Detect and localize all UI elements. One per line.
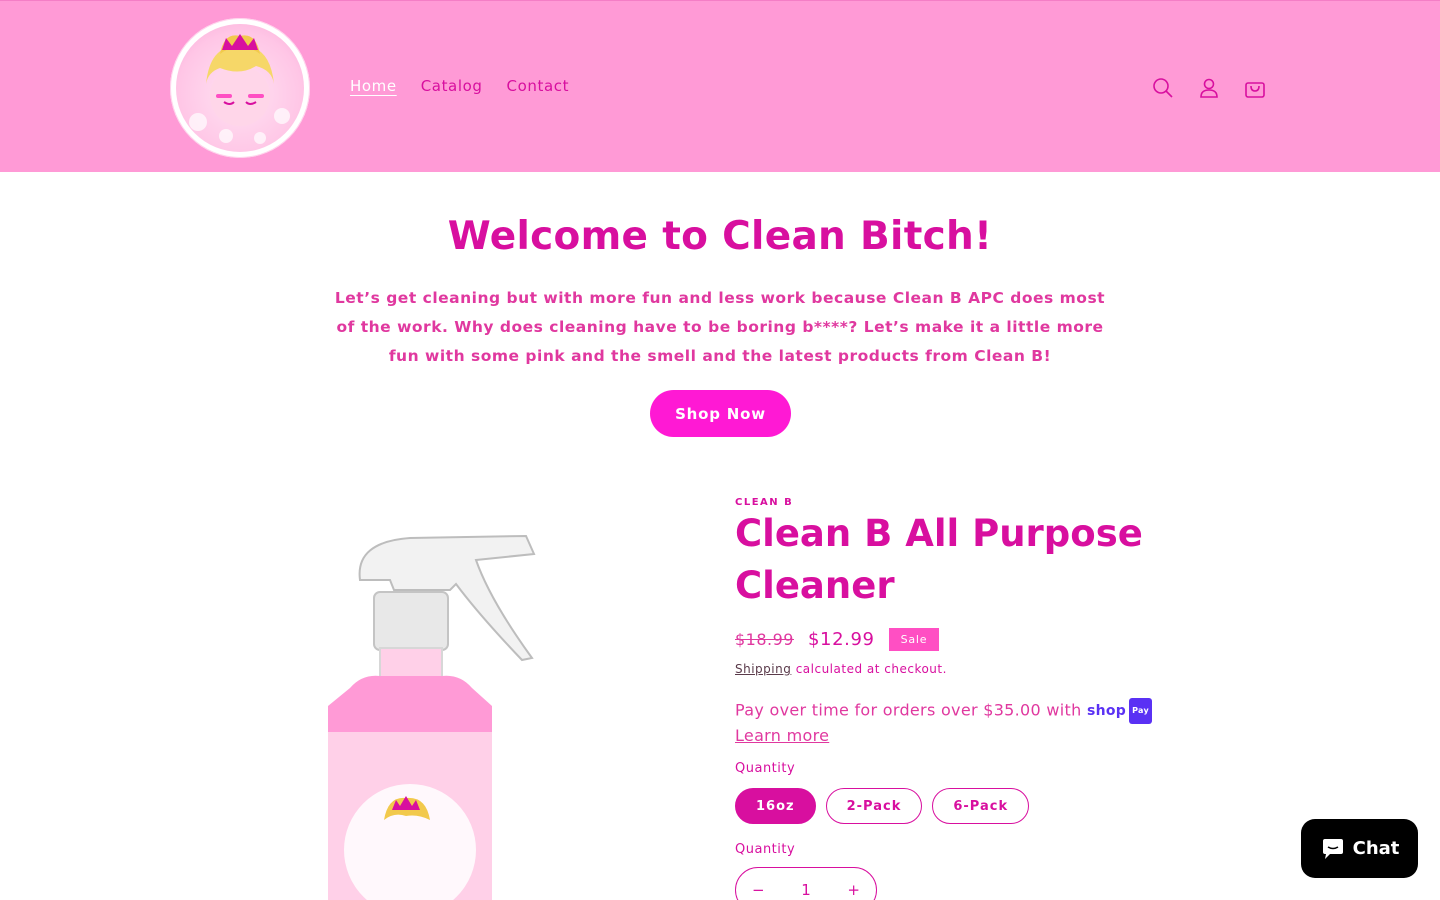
shipping-note: Shipping calculated at checkout. <box>735 662 947 676</box>
shop-now-button[interactable]: Shop Now <box>650 390 791 437</box>
shop-pay-brand: shop <box>1086 703 1127 719</box>
site-header: Home Catalog Contact <box>0 0 1440 172</box>
store-logo[interactable] <box>170 18 310 158</box>
nav-catalog[interactable]: Catalog <box>421 77 483 95</box>
variant-6-pack[interactable]: 6-Pack <box>932 788 1030 824</box>
search-icon[interactable] <box>1150 73 1176 103</box>
product-vendor: CLEAN B <box>735 497 794 508</box>
sale-price: $12.99 <box>807 629 875 650</box>
shop-pay-text: Pay over time for orders over $35.00 wit… <box>735 700 1082 720</box>
learn-more-link[interactable]: Learn more <box>735 726 829 745</box>
plus-icon[interactable]: + <box>847 881 860 899</box>
account-icon[interactable] <box>1196 73 1222 103</box>
sale-badge: Sale <box>888 628 940 651</box>
price-row: $18.99 $12.99 Sale <box>735 628 940 651</box>
variant-16oz[interactable]: 16oz <box>735 788 816 824</box>
product-image[interactable] <box>300 520 570 900</box>
variant-label: Quantity <box>735 761 796 776</box>
chat-label: Chat <box>1352 838 1400 859</box>
chat-button[interactable]: Chat <box>1301 819 1418 878</box>
minus-icon[interactable]: − <box>752 881 765 899</box>
nav-contact[interactable]: Contact <box>507 77 570 95</box>
regular-price: $18.99 <box>735 630 794 649</box>
shipping-link[interactable]: Shipping <box>735 662 791 676</box>
nav-home[interactable]: Home <box>350 77 397 95</box>
quantity-value[interactable]: 1 <box>801 881 811 899</box>
logo-illustration <box>176 24 304 152</box>
cart-icon[interactable] <box>1242 73 1268 103</box>
chat-icon <box>1322 838 1343 859</box>
shipping-text: calculated at checkout. <box>795 662 947 676</box>
shop-pay-installments: Pay over time for orders over $35.00 wit… <box>735 698 1155 748</box>
hero-description: Let’s get cleaning but with more fun and… <box>334 289 1106 365</box>
product-title: Clean B All Purpose Cleaner <box>735 512 1143 607</box>
hero-title: Welcome to Clean Bitch! <box>447 214 993 259</box>
quantity-label: Quantity <box>735 842 796 857</box>
quantity-stepper: − 1 + <box>735 867 877 900</box>
main-nav: Home Catalog Contact <box>350 77 569 95</box>
shop-pay-badge: Pay <box>1129 698 1152 724</box>
variant-options: 16oz 2-Pack 6-Pack <box>735 788 1030 824</box>
header-icons <box>1150 73 1268 103</box>
variant-2-pack[interactable]: 2-Pack <box>825 788 923 824</box>
shop-pay-logo: shop Pay <box>1087 698 1152 724</box>
